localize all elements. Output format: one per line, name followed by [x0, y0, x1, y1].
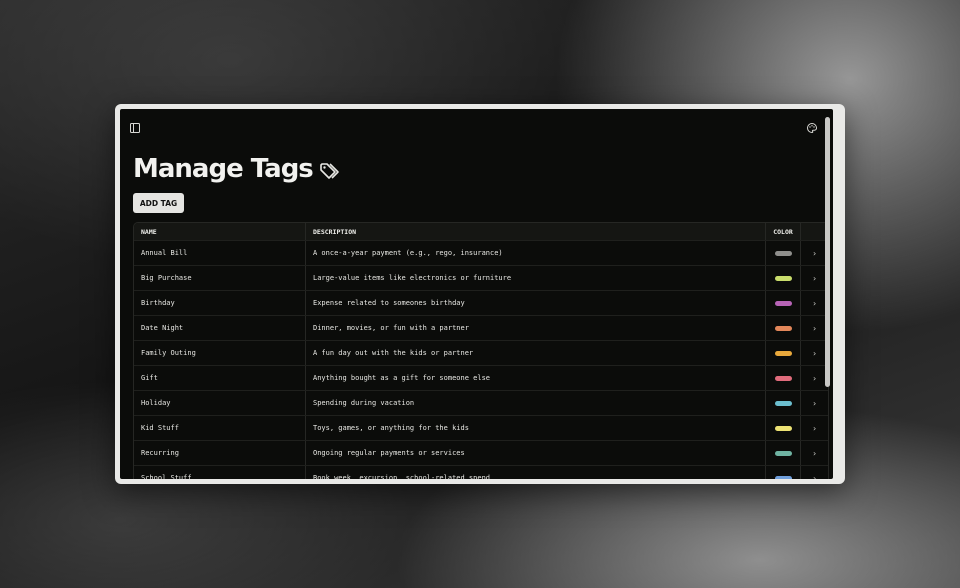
- app-content: Manage Tags ADD TAG NAME DESCRIPTION COL…: [120, 109, 833, 479]
- page-title: Manage Tags: [133, 154, 314, 184]
- tag-color-cell: [766, 366, 801, 390]
- column-header-description[interactable]: DESCRIPTION: [306, 223, 766, 240]
- tag-color-cell: [766, 416, 801, 440]
- row-open-button[interactable]: ›: [801, 391, 828, 415]
- table-row[interactable]: Gift Anything bought as a gift for someon…: [134, 365, 828, 390]
- tag-color-cell: [766, 466, 801, 479]
- tag-color-cell: [766, 291, 801, 315]
- color-swatch: [774, 400, 792, 406]
- palette-icon[interactable]: [806, 119, 818, 134]
- row-open-button[interactable]: ›: [801, 441, 828, 465]
- tag-description: Toys, games, or anything for the kids: [306, 416, 766, 440]
- tag-color-cell: [766, 341, 801, 365]
- color-swatch: [774, 250, 792, 256]
- chevron-right-icon: ›: [812, 398, 817, 408]
- tag-description: A once-a-year payment (e.g., rego, insur…: [306, 241, 766, 265]
- table-body: Annual Bill A once-a-year payment (e.g., …: [134, 240, 828, 479]
- table-row[interactable]: Kid Stuff Toys, games, or anything for th…: [134, 415, 828, 440]
- table-row[interactable]: Family Outing A fun day out with the kids…: [134, 340, 828, 365]
- table-row[interactable]: Annual Bill A once-a-year payment (e.g., …: [134, 240, 828, 265]
- chevron-right-icon: ›: [812, 423, 817, 433]
- column-header-color[interactable]: COLOR: [766, 223, 801, 240]
- chevron-right-icon: ›: [812, 473, 817, 480]
- color-swatch: [774, 425, 792, 431]
- sidebar-panel-icon[interactable]: [129, 119, 141, 133]
- tag-name: Annual Bill: [134, 241, 306, 265]
- tag-color-cell: [766, 316, 801, 340]
- page-header: Manage Tags: [133, 151, 341, 187]
- chevron-right-icon: ›: [812, 273, 817, 283]
- add-tag-button[interactable]: ADD TAG: [133, 193, 184, 213]
- row-open-button[interactable]: ›: [801, 266, 828, 290]
- tag-description: Dinner, movies, or fun with a partner: [306, 316, 766, 340]
- tag-name: Family Outing: [134, 341, 306, 365]
- row-open-button[interactable]: ›: [801, 291, 828, 315]
- color-swatch: [774, 275, 792, 281]
- tag-description: Spending during vacation: [306, 391, 766, 415]
- column-header-actions: [801, 223, 828, 240]
- color-swatch: [774, 325, 792, 331]
- row-open-button[interactable]: ›: [801, 241, 828, 265]
- tag-color-cell: [766, 241, 801, 265]
- table-header: NAME DESCRIPTION COLOR: [134, 223, 828, 240]
- tag-name: Holiday: [134, 391, 306, 415]
- tag-description: Expense related to someones birthday: [306, 291, 766, 315]
- color-swatch: [774, 350, 792, 356]
- tags-icon: [319, 162, 341, 180]
- table-row[interactable]: School Stuff Book week, excursion, school…: [134, 465, 828, 479]
- table-row[interactable]: Holiday Spending during vacation ›: [134, 390, 828, 415]
- tag-name: School Stuff: [134, 466, 306, 479]
- table-row[interactable]: Recurring Ongoing regular payments or ser…: [134, 440, 828, 465]
- tag-description: Book week, excursion, school-related spe…: [306, 466, 766, 479]
- tag-description: A fun day out with the kids or partner: [306, 341, 766, 365]
- tag-description: Large-value items like electronics or fu…: [306, 266, 766, 290]
- color-swatch: [774, 300, 792, 306]
- tag-name: Recurring: [134, 441, 306, 465]
- tag-color-cell: [766, 441, 801, 465]
- vertical-scrollbar[interactable]: [825, 117, 830, 387]
- chevron-right-icon: ›: [812, 348, 817, 358]
- color-swatch: [774, 450, 792, 456]
- table-row[interactable]: Birthday Expense related to someones birt…: [134, 290, 828, 315]
- tag-name: Kid Stuff: [134, 416, 306, 440]
- chevron-right-icon: ›: [812, 323, 817, 333]
- row-open-button[interactable]: ›: [801, 466, 828, 480]
- app-window: Manage Tags ADD TAG NAME DESCRIPTION COL…: [115, 104, 845, 484]
- tag-name: Gift: [134, 366, 306, 390]
- tag-name: Birthday: [134, 291, 306, 315]
- table-row[interactable]: Big Purchase Large-value items like elect…: [134, 265, 828, 290]
- tag-color-cell: [766, 391, 801, 415]
- chevron-right-icon: ›: [812, 248, 817, 258]
- row-open-button[interactable]: ›: [801, 316, 828, 340]
- chevron-right-icon: ›: [812, 298, 817, 308]
- tag-description: Ongoing regular payments or services: [306, 441, 766, 465]
- chevron-right-icon: ›: [812, 373, 817, 383]
- color-swatch: [774, 475, 792, 479]
- tag-description: Anything bought as a gift for someone el…: [306, 366, 766, 390]
- column-header-name[interactable]: NAME: [134, 223, 306, 240]
- row-open-button[interactable]: ›: [801, 366, 828, 390]
- row-open-button[interactable]: ›: [801, 416, 828, 440]
- color-swatch: [774, 375, 792, 381]
- chevron-right-icon: ›: [812, 448, 817, 458]
- tags-table: NAME DESCRIPTION COLOR Annual Bill A once…: [133, 222, 829, 479]
- table-row[interactable]: Date Night Dinner, movies, or fun with a …: [134, 315, 828, 340]
- tag-color-cell: [766, 266, 801, 290]
- tag-name: Date Night: [134, 316, 306, 340]
- tag-name: Big Purchase: [134, 266, 306, 290]
- row-open-button[interactable]: ›: [801, 341, 828, 365]
